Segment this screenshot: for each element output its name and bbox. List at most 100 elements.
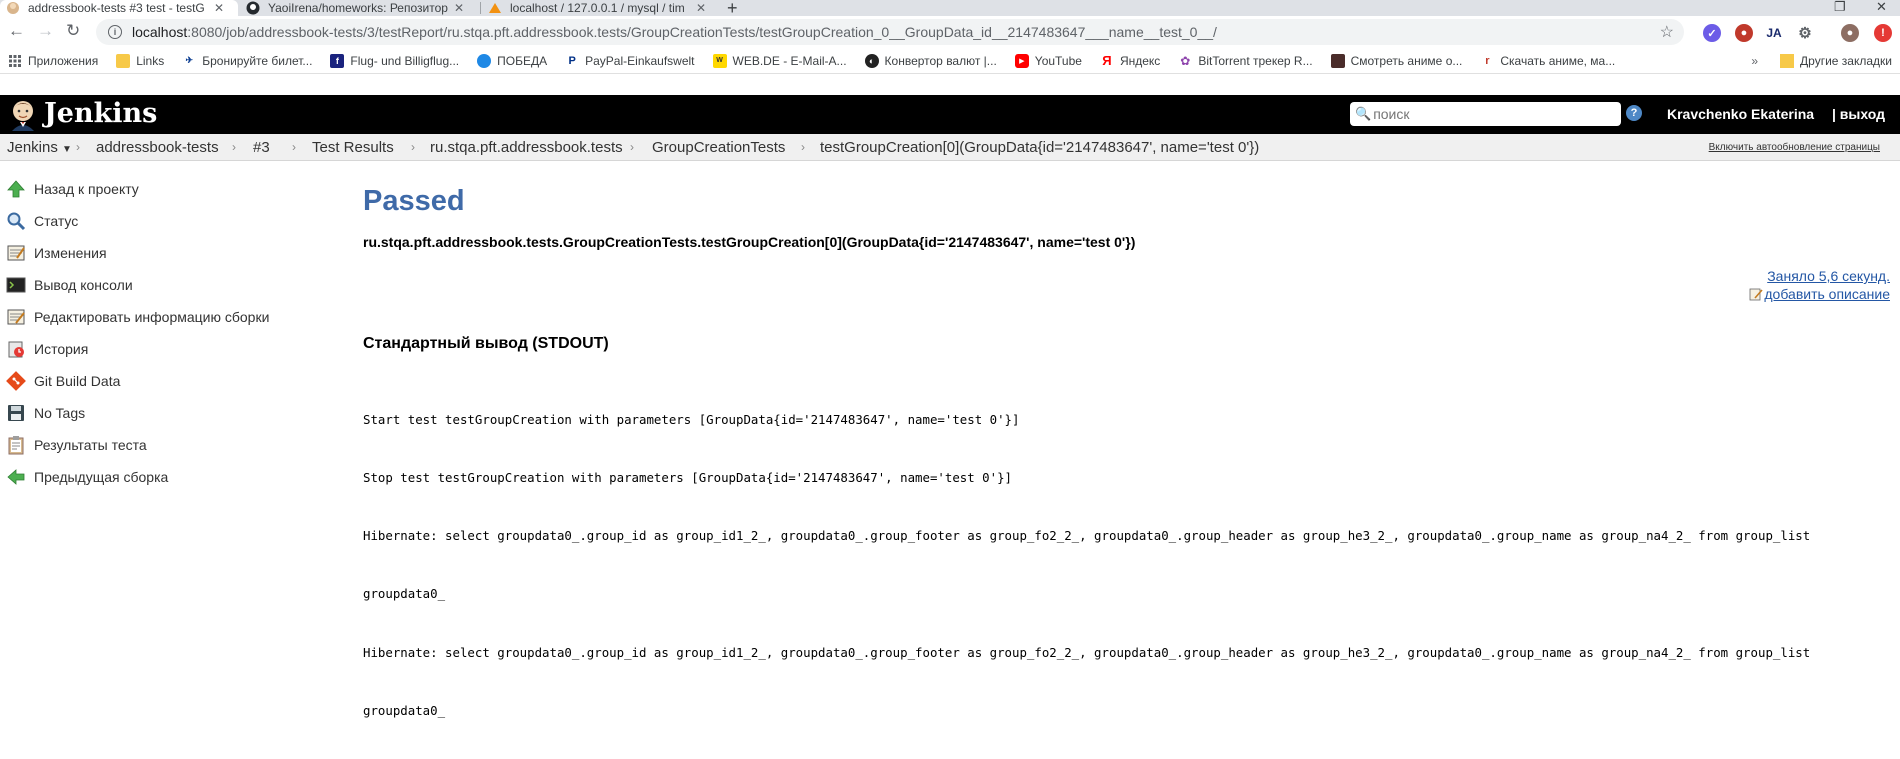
bookmark-pobeda[interactable]: ПОБЕДА	[477, 53, 548, 68]
star-icon[interactable]: ☆	[1660, 22, 1674, 42]
bookmark-label: Яндекс	[1119, 53, 1161, 68]
sidebar-item-edit-build-info[interactable]: Редактировать информацию сборки	[6, 305, 269, 329]
edit-notepad-icon	[6, 307, 26, 327]
stdout-line: Hibernate: select groupdata0_.group_id a…	[363, 644, 1811, 660]
breadcrumb-class[interactable]: GroupCreationTests	[652, 139, 785, 156]
bookmark-yandex[interactable]: Я Яндекс	[1100, 53, 1161, 68]
tab-addressbook-tests[interactable]: addressbook-tests #3 test - testG ✕	[0, 0, 238, 16]
left-arrow-icon	[6, 467, 26, 487]
extension-avatar-icon[interactable]: ●	[1735, 24, 1753, 42]
bookmark-paypal[interactable]: P PayPal-Einkaufswelt	[565, 54, 694, 68]
jenkins-title[interactable]: Jenkins	[44, 98, 157, 129]
sidebar-item-previous-build[interactable]: Предыдущая сборка	[6, 465, 168, 489]
bookmark-torrent[interactable]: ✿ BitTorrent трекер R...	[1178, 54, 1312, 68]
add-description-link[interactable]: добавить описание	[1749, 286, 1890, 302]
close-window-icon[interactable]: ✕	[1876, 0, 1887, 15]
caret-down-icon[interactable]: ▼	[62, 144, 72, 155]
github-icon	[246, 1, 260, 15]
folder-icon	[1780, 53, 1795, 68]
bookmark-youtube[interactable]: ▶ YouTube	[1014, 53, 1082, 68]
bookmark-label: PayPal-Einkaufswelt	[585, 53, 695, 68]
sidebar-item-label: Предыдущая сборка	[34, 469, 169, 485]
search-icon: 🔍	[1355, 106, 1372, 121]
reload-icon[interactable]: ↻	[66, 21, 80, 41]
jenkins-butler-icon[interactable]	[6, 97, 40, 131]
bookmark-flug[interactable]: f Flug- und Billigflug...	[330, 53, 459, 68]
bookmark-download-anime[interactable]: r Скачать аниме, ма...	[1480, 54, 1615, 68]
chevron-right-icon: ›	[76, 140, 80, 154]
airline-icon: ✈	[185, 55, 193, 65]
breadcrumb-test[interactable]: testGroupCreation[0](GroupData{id='21474…	[820, 139, 1259, 156]
forward-arrow-icon[interactable]: →	[37, 21, 54, 41]
address-bar[interactable]: i localhost:8080/job/addressbook-tests/3…	[96, 19, 1684, 45]
browser-tab-strip: addressbook-tests #3 test - testG ✕ Yaoi…	[0, 0, 1900, 18]
bookmark-currency[interactable]: ◐ Конвертор валют |...	[864, 53, 997, 68]
clipboard-icon	[6, 435, 26, 455]
extension-ja-icon[interactable]: JA	[1765, 24, 1783, 42]
chrome-update-icon[interactable]: !	[1874, 24, 1892, 42]
breadcrumb-build[interactable]: #3	[253, 139, 270, 156]
breadcrumb-jenkins[interactable]: Jenkins ▼	[7, 139, 72, 156]
sidebar-item-label: Статус	[34, 213, 79, 229]
stdout-line: Stop test testGroupCreation with paramet…	[363, 470, 1013, 486]
flight-icon: f	[330, 53, 345, 68]
bookmark-apps[interactable]: Приложения	[8, 54, 98, 68]
sidebar-item-label: No Tags	[34, 405, 86, 421]
other-bookmarks[interactable]: Другие закладки	[1800, 54, 1892, 68]
bookmark-label: Скачать аниме, ма...	[1500, 53, 1616, 68]
back-arrow-icon[interactable]: ←	[8, 21, 25, 41]
bookmark-label: ПОБЕДА	[497, 53, 548, 68]
page-title: Passed	[363, 185, 465, 217]
breadcrumb-test-results[interactable]: Test Results	[312, 139, 394, 156]
sidebar-item-no-tags[interactable]: No Tags	[6, 401, 85, 425]
bookmark-links[interactable]: Links	[116, 53, 165, 68]
bookmark-anime[interactable]: Смотреть аниме о...	[1330, 53, 1462, 68]
extension-gear-icon[interactable]: ⚙	[1796, 24, 1814, 42]
stdout-heading: Стандартный вывод (STDOUT)	[363, 335, 609, 352]
phpmyadmin-icon	[488, 1, 502, 15]
chevron-right-icon: ›	[630, 140, 634, 154]
sidebar-item-changes[interactable]: Изменения	[6, 241, 107, 265]
sidebar-item-history[interactable]: История	[6, 337, 88, 361]
currency-icon: ◐	[864, 53, 879, 68]
notepad-icon	[6, 243, 26, 263]
more-bookmarks-icon[interactable]: »	[1751, 54, 1758, 68]
youtube-icon: ▶	[1014, 53, 1029, 68]
sidebar-item-label: Результаты теста	[34, 437, 147, 453]
tab-title: YaoiIrena/homeworks: Репозиторий	[268, 1, 448, 15]
sidebar-item-git-build-data[interactable]: Git Build Data	[6, 369, 120, 393]
bookmark-airline[interactable]: ✈ Бронируйте билет...	[182, 54, 312, 68]
sidebar-item-label: Git Build Data	[34, 373, 121, 389]
help-icon[interactable]: ?	[1626, 105, 1642, 121]
logout-link[interactable]: | выход	[1832, 106, 1885, 122]
close-icon[interactable]: ✕	[696, 1, 706, 15]
sidebar-item-test-results[interactable]: Результаты теста	[6, 433, 147, 457]
search-box[interactable]: 🔍	[1350, 102, 1621, 126]
breadcrumb-package[interactable]: ru.stqa.pft.addressbook.tests	[430, 139, 623, 156]
pobeda-icon	[477, 53, 492, 68]
close-icon[interactable]: ✕	[454, 1, 464, 15]
info-icon[interactable]: i	[108, 25, 122, 39]
profile-avatar-icon[interactable]: ●	[1841, 24, 1859, 42]
extension-shield-icon[interactable]: ✓	[1703, 24, 1721, 42]
paypal-icon: P	[568, 54, 576, 67]
tab-phpmyadmin[interactable]: localhost / 127.0.0.1 / mysql / tim ✕	[482, 0, 722, 16]
chevron-right-icon: ›	[232, 140, 236, 154]
sidebar-item-status[interactable]: Статус	[6, 209, 78, 233]
sidebar-item-console-output[interactable]: Вывод консоли	[6, 273, 133, 297]
duration-link[interactable]: Заняло 5,6 секунд.	[1767, 268, 1890, 284]
bookmark-webde[interactable]: W WEB.DE - E-Mail-A...	[712, 53, 847, 68]
enable-autorefresh-link[interactable]: Включить автообновление страницы	[1709, 142, 1880, 153]
sidebar-item-back-to-project[interactable]: Назад к проекту	[6, 177, 139, 201]
close-icon[interactable]: ✕	[214, 1, 224, 15]
add-description-label: добавить описание	[1764, 286, 1890, 302]
terminal-icon	[6, 275, 26, 295]
tab-github[interactable]: YaoiIrena/homeworks: Репозиторий ✕	[240, 0, 480, 16]
yandex-icon: Я	[1102, 53, 1112, 68]
bookmark-label: Links	[136, 53, 165, 68]
user-link[interactable]: Kravchenko Ekaterina	[1667, 106, 1814, 122]
search-input[interactable]	[1373, 106, 1604, 122]
breadcrumb-job[interactable]: addressbook-tests	[96, 139, 219, 156]
restore-window-icon[interactable]: ❐	[1834, 0, 1846, 15]
chevron-right-icon: ›	[292, 140, 296, 154]
